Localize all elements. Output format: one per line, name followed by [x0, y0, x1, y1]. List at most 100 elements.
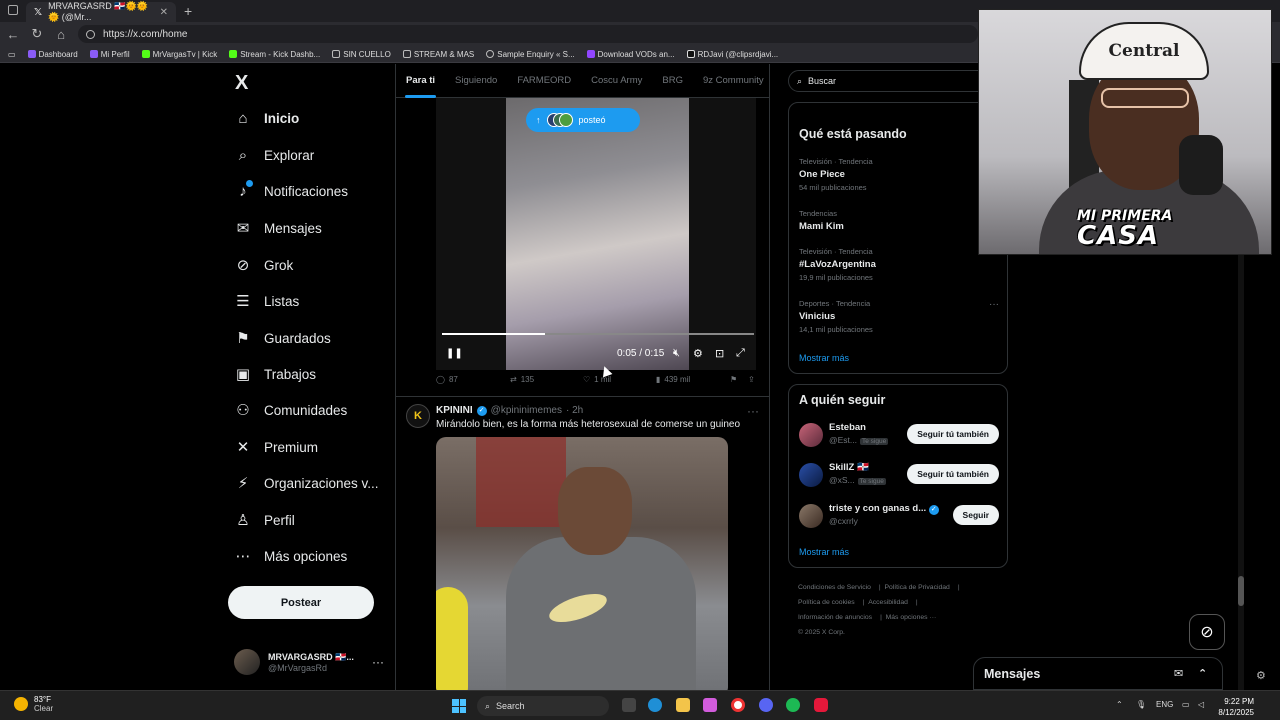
new-message-icon[interactable]: ✉	[1174, 667, 1183, 680]
footer-link[interactable]: Información de anuncios	[798, 614, 872, 621]
new-tab-button[interactable]: +	[184, 3, 192, 19]
reload-icon[interactable]: ↻	[26, 26, 48, 42]
url-field[interactable]: https://x.com/home	[78, 25, 978, 43]
more-icon[interactable]: ···	[989, 299, 999, 310]
sidebar-item-mas-opciones[interactable]: ⋯ Más opciones	[234, 547, 348, 565]
reply-button[interactable]: ◯ 87	[436, 375, 458, 384]
avatar[interactable]: K	[406, 404, 430, 428]
close-tab-icon[interactable]: ✕	[160, 7, 168, 18]
tab-siguiendo[interactable]: Siguiendo	[455, 75, 497, 86]
discord-icon[interactable]	[759, 698, 773, 712]
views-button[interactable]: ▮ 439 mil	[656, 375, 690, 384]
start-button[interactable]	[452, 699, 466, 713]
bookmark-button[interactable]: ⚑	[730, 375, 737, 384]
settings-icon[interactable]: ⚙	[1256, 669, 1266, 682]
mute-icon[interactable]: 🔇︎	[673, 347, 680, 360]
language-indicator[interactable]: ENG	[1156, 700, 1173, 709]
trend-item[interactable]: Deportes · Tendencia Vinicius 14,1 mil p…	[799, 299, 999, 334]
bookmark-item[interactable]: MrVargasTv | Kick	[141, 50, 217, 59]
file-explorer-icon[interactable]	[676, 698, 690, 712]
show-more-trends-link[interactable]: Mostrar más	[799, 353, 849, 363]
sidebar-item-premium[interactable]: ✕ Premium	[234, 438, 318, 456]
grok-floating-button[interactable]: ⊘	[1189, 614, 1225, 650]
tray-overflow-icon[interactable]: ⌃	[1116, 700, 1123, 709]
tab-actions-icon[interactable]	[8, 5, 18, 15]
edge-icon[interactable]	[648, 698, 662, 712]
bookmark-folder[interactable]: STREAM & MAS	[402, 50, 474, 59]
bookmark-item[interactable]: RDJavi (@clipsrdjavi...	[686, 50, 778, 59]
sidebar-item-mensajes[interactable]: ✉ Mensajes	[234, 219, 322, 237]
more-icon[interactable]: ···	[372, 655, 384, 669]
copilot-icon[interactable]	[703, 698, 717, 712]
sidebar-item-comunidades[interactable]: ⚇ Comunidades	[234, 401, 347, 419]
settings-icon[interactable]: ⚙	[693, 347, 703, 360]
pause-icon[interactable]: ❚❚	[446, 348, 463, 359]
volume-icon[interactable]: ◁	[1198, 700, 1204, 709]
crop-icon[interactable]: ⊡	[715, 347, 724, 360]
follow-back-button[interactable]: Seguir tú también	[907, 424, 999, 444]
bookmark-item[interactable]: Sample Enquiry « S...	[486, 50, 575, 59]
footer-link[interactable]: Accesibilidad	[868, 599, 908, 606]
x-logo[interactable]: X	[235, 72, 248, 95]
footer-link[interactable]: Condiciones de Servicio	[798, 584, 871, 591]
weather-widget[interactable]: 83°F Clear	[14, 695, 53, 713]
bookmark-folder[interactable]: SIN CUELLO	[332, 50, 391, 59]
trend-item[interactable]: Tendencias Mami Kim	[799, 209, 999, 232]
bookmarks-icon[interactable]: ▭	[8, 50, 16, 59]
follow-suggestion[interactable]: triste y con ganas d... ✓ @cxrrly Seguir	[799, 502, 999, 530]
repost-button[interactable]: ⇄ 135	[510, 375, 534, 384]
scrollbar-thumb[interactable]	[1238, 576, 1244, 606]
microphone-icon[interactable]: 🎙︎	[1136, 700, 1146, 709]
follow-suggestion[interactable]: Esteban @Est... Te sigue Seguir tú tambié…	[799, 421, 999, 449]
show-more-follow-link[interactable]: Mostrar más	[799, 547, 849, 557]
tweet-image[interactable]	[436, 437, 728, 690]
bookmark-item[interactable]: Mi Perfil	[89, 50, 130, 59]
footer-link[interactable]: Política de cookies	[798, 599, 855, 606]
tweet-author-name[interactable]: KPININI	[436, 405, 473, 416]
sidebar-item-perfil[interactable]: ♙ Perfil	[234, 511, 295, 529]
more-icon[interactable]: ···	[747, 404, 759, 418]
video-player[interactable]: ↑ posteó ❚❚ 0:05 / 0:15 🔇︎ ⚙ ⊡ ⤢	[436, 98, 756, 370]
sidebar-item-guardados[interactable]: ⚑ Guardados	[234, 329, 331, 347]
trend-item[interactable]: Televisión · Tendencia #LaVozArgentina 1…	[799, 247, 999, 282]
tab-coscu-army[interactable]: Coscu Army	[591, 75, 642, 86]
tab-9z-community[interactable]: 9z Community	[703, 75, 764, 86]
app-icon[interactable]	[814, 698, 828, 712]
share-button[interactable]: ⇪	[748, 375, 755, 384]
video-progress-bar[interactable]	[442, 333, 754, 335]
account-switcher[interactable]: MRVARGASRD 🇩🇴... @MrVargasRd ···	[234, 649, 384, 675]
footer-link[interactable]: Más opciones ···	[886, 614, 937, 621]
back-icon[interactable]: ←	[2, 27, 24, 42]
bookmark-item[interactable]: Download VODs an...	[586, 50, 675, 59]
bookmark-item[interactable]: Dashboard	[27, 50, 78, 59]
tweet-time[interactable]: · 2h	[566, 405, 583, 416]
post-button[interactable]: Postear	[228, 586, 374, 619]
expand-icon[interactable]: ⌃	[1198, 667, 1207, 680]
follow-back-button[interactable]: Seguir tú también	[907, 464, 999, 484]
tab-farmeord[interactable]: FARMEORD	[517, 75, 571, 86]
follow-suggestion[interactable]: SkillZ 🇩🇴 @xS... Te sigue Seguir tú tambi…	[799, 461, 999, 489]
new-posts-pill[interactable]: ↑ posteó	[526, 108, 640, 132]
tweet-author-handle[interactable]: @kpininimemes	[491, 405, 562, 416]
messages-drawer[interactable]: Mensajes ✉ ⌃	[973, 657, 1223, 690]
task-view-icon[interactable]	[622, 698, 636, 712]
sidebar-item-explorar[interactable]: ⌕ Explorar	[234, 147, 314, 164]
sidebar-item-trabajos[interactable]: ▣ Trabajos	[234, 365, 316, 383]
tab-brg[interactable]: BRG	[662, 75, 683, 86]
sidebar-item-organizaciones[interactable]: ⚡ Organizaciones v...	[234, 474, 379, 492]
sidebar-item-notificaciones[interactable]: ♪ Notificaciones	[234, 180, 348, 200]
tab-para-ti[interactable]: Para ti	[404, 75, 437, 98]
taskbar-search[interactable]: ⌕ Search	[477, 696, 609, 716]
chrome-icon[interactable]	[731, 698, 745, 712]
footer-link[interactable]: Política de Privacidad	[884, 584, 949, 591]
sidebar-item-grok[interactable]: ⊘ Grok	[234, 256, 294, 274]
follow-button[interactable]: Seguir	[952, 505, 999, 525]
spotify-icon[interactable]	[786, 698, 800, 712]
fullscreen-icon[interactable]: ⤢	[736, 347, 745, 360]
bookmark-item[interactable]: Stream - Kick Dashb...	[229, 50, 320, 59]
home-icon[interactable]: ⌂	[50, 27, 72, 42]
search-input[interactable]: ⌕ Buscar	[788, 70, 1008, 92]
trend-item[interactable]: Televisión · Tendencia One Piece 54 mil …	[799, 157, 999, 192]
network-icon[interactable]: ▭	[1182, 700, 1190, 709]
browser-tab[interactable]: 𝕏 MRVARGASRD 🇩🇴🌞🌞🌞 (@Mr... ✕	[26, 1, 176, 22]
